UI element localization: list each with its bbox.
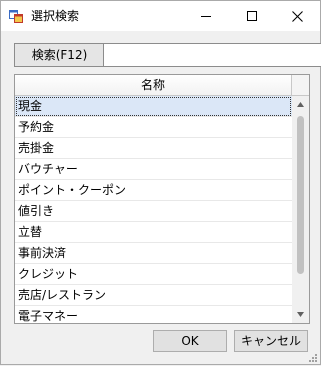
list-item[interactable]: バウチャー	[15, 159, 292, 180]
list-item[interactable]: 立替	[15, 222, 292, 243]
grid-rows: 現金 予約金 売掛金 バウチャー ポイント・クーポン 値引き 立替 事前決済 クレジット 売店/レ…	[15, 96, 292, 323]
header-filler	[292, 75, 309, 96]
list-item[interactable]: 電子マネー	[15, 306, 292, 323]
cancel-button[interactable]: キャンセル	[234, 330, 308, 352]
list-item[interactable]: 予約金	[15, 117, 292, 138]
search-input[interactable]	[103, 43, 321, 67]
resize-grip-icon[interactable]	[308, 352, 318, 362]
list-item[interactable]: クレジット	[15, 264, 292, 285]
scroll-down-button[interactable]	[292, 306, 309, 323]
window-title: 選択検索	[31, 9, 80, 23]
maximize-button[interactable]	[229, 1, 275, 31]
minimize-icon	[201, 16, 211, 17]
scroll-down-icon	[297, 312, 304, 317]
list-item[interactable]: ポイント・クーポン	[15, 180, 292, 201]
maximize-icon	[247, 11, 257, 21]
result-grid: 名称 現金 予約金 売掛金 バウチャー ポイント・クーポン 値引き 立替 事前決済 クレジット売…	[14, 74, 310, 324]
scroll-thumb[interactable]	[297, 116, 304, 274]
title-bar[interactable]: 選択検索	[1, 1, 320, 31]
close-button[interactable]	[274, 1, 320, 31]
dialog-window: 選択検索 検索(F12) 名称 現金 予約金 売掛金 バウチャー ポイント・クーポン 値引…	[0, 0, 321, 365]
search-label: 検索(F12)	[14, 43, 105, 67]
list-item[interactable]: 事前決済	[15, 243, 292, 264]
close-icon	[291, 10, 303, 22]
app-window-icon	[9, 9, 23, 23]
list-item[interactable]: 現金	[15, 96, 292, 117]
list-item[interactable]: 値引き	[15, 201, 292, 222]
list-item[interactable]: 売掛金	[15, 138, 292, 159]
scroll-up-icon	[297, 102, 304, 107]
list-item[interactable]: 売店/レストラン	[15, 285, 292, 306]
vertical-scrollbar[interactable]	[292, 96, 309, 323]
minimize-button[interactable]	[183, 1, 229, 31]
scroll-up-button[interactable]	[292, 96, 309, 113]
column-header-name[interactable]: 名称	[15, 75, 292, 96]
ok-button[interactable]: OK	[153, 330, 227, 352]
